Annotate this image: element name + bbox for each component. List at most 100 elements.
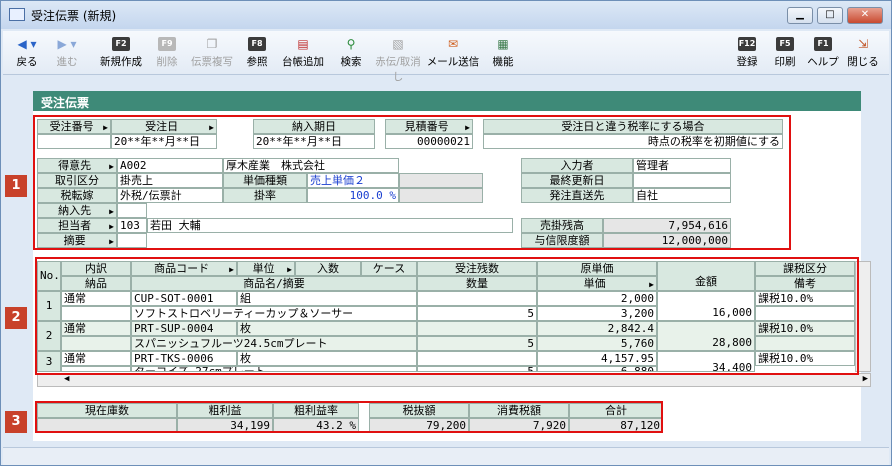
- price-type-field[interactable]: 売上単価２: [307, 173, 399, 188]
- row-price[interactable]: 3,200: [537, 306, 657, 321]
- ledger-add-button[interactable]: ▤ 台帳追加: [277, 33, 329, 73]
- row-cost[interactable]: 2,000: [537, 291, 657, 306]
- section-2-badge: 2: [5, 307, 27, 329]
- pretax-label: 税抜額: [369, 403, 469, 418]
- maximize-button[interactable]: □: [817, 7, 843, 24]
- row-price[interactable]: 5,760: [537, 336, 657, 351]
- customer-code-field[interactable]: A002: [117, 158, 223, 173]
- print-button[interactable]: F5 印刷: [767, 33, 803, 73]
- tax-shift-field[interactable]: 外税/伝票計: [117, 188, 223, 203]
- search-icon: ⚲: [346, 37, 356, 51]
- trade-type-field[interactable]: 掛売上: [117, 173, 223, 188]
- row-delivery[interactable]: [61, 336, 131, 351]
- forward-arrow-icon: ▶ ▾: [57, 37, 77, 51]
- row-qty[interactable]: 5: [417, 336, 537, 351]
- order-no-label: 受注番号 ▶: [37, 119, 111, 134]
- scroll-right-icon[interactable]: ▶: [863, 374, 868, 384]
- forward-button[interactable]: ▶ ▾ 進む: [47, 33, 87, 73]
- row-price[interactable]: 6,880: [537, 366, 657, 372]
- tax-amount-label: 消費税額: [469, 403, 569, 418]
- entry-user-label: 入力者: [521, 158, 633, 173]
- arrow-icon: ▶: [465, 123, 470, 132]
- tax-rate-option[interactable]: 時点の税率を初期値にする: [483, 134, 783, 149]
- f2-key-icon: F2: [112, 37, 130, 51]
- arrow-icon: ▶: [109, 222, 114, 231]
- copy-slip-button[interactable]: ❐ 伝票複写: [187, 33, 237, 73]
- close-button[interactable]: ⇲ 閉じる: [843, 33, 883, 73]
- function-button[interactable]: ▦ 機能: [485, 33, 521, 73]
- row-qty[interactable]: 5: [417, 306, 537, 321]
- row-name[interactable]: スパニッシュフルーツ24.5cmプレート: [131, 336, 417, 351]
- reverse-button[interactable]: ▧ 赤伝/取消し: [373, 33, 423, 83]
- row-note[interactable]: [755, 306, 855, 321]
- row-kind[interactable]: 通常: [61, 351, 131, 366]
- order-date-label: 受注日 ▶: [111, 119, 217, 134]
- col-kind: 内訳: [61, 261, 131, 276]
- row-delivery[interactable]: [61, 306, 131, 321]
- stock-label: 現在庫数: [37, 403, 177, 418]
- memo-field[interactable]: [117, 233, 147, 248]
- customer-label: 得意先 ▶: [37, 158, 117, 173]
- function-icon: ▦: [497, 37, 509, 51]
- scroll-left-icon[interactable]: ◀: [64, 374, 69, 384]
- row-code[interactable]: PRT-TKS-0006: [131, 351, 237, 366]
- window-title: 受注伝票 (新規): [31, 9, 117, 23]
- row-code[interactable]: CUP-SOT-0001: [131, 291, 237, 306]
- horizontal-scrollbar[interactable]: ◀ ▶: [37, 373, 871, 387]
- order-date-field[interactable]: 20**年**月**日: [111, 134, 217, 149]
- f9-key-icon: F9: [158, 37, 176, 51]
- row-qty[interactable]: 5: [417, 366, 537, 372]
- row-remaining: [417, 291, 537, 306]
- f8-key-icon: F8: [248, 37, 266, 51]
- reference-button[interactable]: F8 参照: [239, 33, 275, 73]
- back-button[interactable]: ◀ ▾ 戻る: [9, 33, 45, 73]
- delete-button[interactable]: F9 削除: [149, 33, 185, 73]
- row-name[interactable]: ターコイズ 27cmプレート: [131, 366, 417, 372]
- col-note: 備考: [755, 276, 855, 291]
- row-unit[interactable]: 組: [237, 291, 417, 306]
- price-type-label: 単価種類: [223, 173, 307, 188]
- ship-to-value[interactable]: 自社: [633, 188, 731, 203]
- app-icon: [9, 8, 25, 21]
- register-button[interactable]: F12 登録: [729, 33, 765, 73]
- row-name[interactable]: ソフトストロベリーティーカップ＆ソーサー: [131, 306, 417, 321]
- row-unit[interactable]: 枚: [237, 351, 417, 366]
- row-tax[interactable]: 課税10.0%: [755, 321, 855, 336]
- close-window-button[interactable]: ✕: [847, 7, 883, 24]
- row-note[interactable]: [755, 336, 855, 351]
- quote-no-field[interactable]: 00000021: [385, 134, 473, 149]
- reverse-slip-icon: ▧: [392, 37, 404, 51]
- row-kind[interactable]: 通常: [61, 291, 131, 306]
- row-number: 1: [37, 291, 61, 321]
- staff-code-field[interactable]: 103: [117, 218, 147, 233]
- app-window: 受注伝票 (新規) ▁ □ ✕ ◀ ▾ 戻る ▶ ▾ 進む F2 新規作成 F9 削除 …: [0, 0, 892, 466]
- help-button[interactable]: F1 ヘルプ: [805, 33, 841, 73]
- back-arrow-icon: ◀ ▾: [17, 37, 37, 51]
- last-updated-label: 最終更新日: [521, 173, 633, 188]
- row-tax[interactable]: 課税10.0%: [755, 291, 855, 306]
- mail-send-button[interactable]: ✉ メール送信: [425, 33, 481, 73]
- exit-icon: ⇲: [857, 37, 869, 51]
- minimize-button[interactable]: ▁: [787, 7, 813, 24]
- row-code[interactable]: PRT-SUP-0004: [131, 321, 237, 336]
- total-value: 87,120: [569, 418, 663, 433]
- row-delivery[interactable]: [61, 366, 131, 372]
- last-updated-value: [633, 173, 731, 188]
- row-cost[interactable]: 2,842.4: [537, 321, 657, 336]
- deliver-to-field[interactable]: [117, 203, 147, 218]
- row-tax[interactable]: 課税10.0%: [755, 351, 855, 366]
- title-bar: 受注伝票 (新規) ▁ □ ✕: [1, 1, 891, 29]
- order-no-field[interactable]: [37, 134, 111, 149]
- row-cost[interactable]: 4,157.95: [537, 351, 657, 366]
- pretax-value: 79,200: [369, 418, 469, 433]
- vertical-scrollbar[interactable]: [855, 261, 871, 372]
- col-price: 単価 ▶: [537, 276, 657, 291]
- delivery-date-field[interactable]: 20**年**月**日: [253, 134, 375, 149]
- row-unit[interactable]: 枚: [237, 321, 417, 336]
- rate-field[interactable]: 100.0 %: [307, 188, 399, 203]
- row-remaining: [417, 351, 537, 366]
- new-button[interactable]: F2 新規作成: [95, 33, 147, 73]
- search-button[interactable]: ⚲ 検索: [333, 33, 369, 73]
- staff-name: 若田 大輔: [147, 218, 513, 233]
- row-kind[interactable]: 通常: [61, 321, 131, 336]
